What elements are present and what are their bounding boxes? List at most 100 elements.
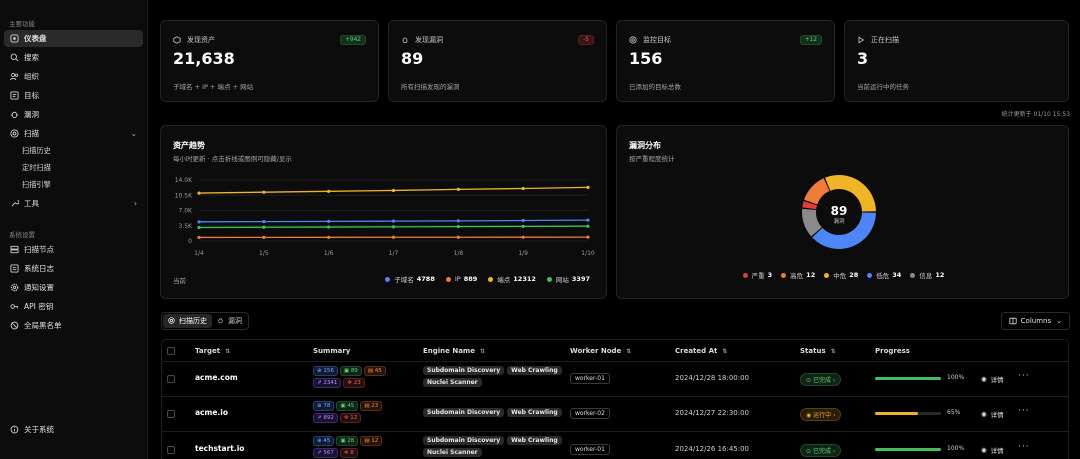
data-point[interactable] bbox=[391, 225, 396, 229]
row-summary: ⊕ 45 ▣ 28 ▤ 12 ⇗ 567 ✲ 8 bbox=[313, 436, 403, 458]
stat-value: 21,638 bbox=[173, 49, 235, 68]
legend-value: 12 bbox=[935, 271, 945, 279]
data-point[interactable] bbox=[262, 235, 266, 239]
sidebar-item-scan-nodes[interactable]: 扫描节点 bbox=[4, 241, 143, 258]
legend-item[interactable]: IP 889 bbox=[445, 274, 477, 284]
detail-button[interactable]: ◉ 详情 bbox=[981, 445, 1004, 455]
tab-scan-history[interactable]: 扫描历史 bbox=[163, 314, 212, 328]
legend-item[interactable]: 网站 3397 bbox=[546, 274, 590, 284]
data-point[interactable] bbox=[391, 235, 396, 239]
eye-icon: ◉ bbox=[981, 410, 987, 418]
row-checkbox[interactable] bbox=[167, 410, 175, 418]
worker-badge: worker-01 bbox=[570, 444, 610, 455]
data-point[interactable] bbox=[391, 188, 396, 193]
data-point[interactable] bbox=[586, 224, 590, 228]
more-actions-icon[interactable]: ··· bbox=[1018, 371, 1030, 381]
column-header-engine[interactable]: Engine Name ⇅ bbox=[423, 347, 485, 355]
row-target[interactable]: techstart.io bbox=[195, 444, 244, 453]
data-point[interactable] bbox=[586, 235, 590, 239]
row-target[interactable]: acme.com bbox=[195, 373, 238, 382]
stat-card-vulns: 发现漏洞 -5 89 所有扫描发现的漏洞 bbox=[388, 20, 607, 102]
legend-item[interactable]: 严重 3 bbox=[742, 270, 773, 280]
column-header-worker[interactable]: Worker Node ⇅ bbox=[570, 347, 631, 355]
data-point[interactable] bbox=[262, 225, 266, 229]
sidebar-subitem-scan-engine[interactable]: 扫描引擎 bbox=[22, 180, 51, 190]
data-point[interactable] bbox=[327, 219, 331, 223]
data-point[interactable] bbox=[521, 224, 525, 229]
sidebar-item-blacklist[interactable]: 全局黑名单 bbox=[4, 317, 143, 334]
legend-item[interactable]: 子域名 4788 bbox=[385, 274, 435, 284]
detail-button[interactable]: ◉ 详情 bbox=[981, 374, 1004, 384]
vuln-count-chip: ✲ 8 bbox=[339, 448, 358, 458]
sidebar-subitem-scheduled-scan[interactable]: 定时扫描 bbox=[22, 163, 51, 173]
row-checkbox[interactable] bbox=[167, 375, 175, 383]
progress-percent: 65% bbox=[947, 409, 961, 416]
data-point[interactable] bbox=[456, 225, 460, 229]
more-actions-icon[interactable]: ··· bbox=[1018, 406, 1030, 416]
worker-badge: worker-01 bbox=[570, 373, 610, 384]
sidebar-item-system-logs[interactable]: 系统日志 bbox=[4, 260, 143, 277]
more-actions-icon[interactable]: ··· bbox=[1018, 442, 1030, 452]
column-header-status[interactable]: Status ⇅ bbox=[800, 347, 836, 355]
sidebar-item-api-keys[interactable]: API 密钥 bbox=[4, 298, 143, 315]
data-point[interactable] bbox=[262, 190, 266, 194]
sidebar-item-label: 全局黑名单 bbox=[24, 321, 62, 330]
updated-timestamp: 统计更新于 01/10 15:53 bbox=[1001, 111, 1070, 118]
data-point[interactable] bbox=[197, 225, 201, 230]
columns-button[interactable]: Columns ⌄ bbox=[1000, 312, 1070, 330]
data-point[interactable] bbox=[197, 220, 201, 224]
data-point[interactable] bbox=[327, 235, 331, 239]
sidebar-item-tools[interactable]: 工具 › bbox=[4, 195, 143, 212]
x-tick-label: 1/6 bbox=[324, 250, 334, 257]
data-point[interactable] bbox=[197, 191, 201, 195]
legend-item[interactable]: 端点 12312 bbox=[488, 274, 536, 284]
legend-item[interactable]: 高危 12 bbox=[781, 270, 815, 280]
row-checkbox[interactable] bbox=[167, 446, 175, 454]
data-point[interactable] bbox=[327, 189, 331, 193]
sidebar-subitem-scan-history[interactable]: 扫描历史 bbox=[22, 146, 51, 156]
sidebar-item-vulns[interactable]: 漏洞 bbox=[4, 106, 143, 123]
data-point[interactable] bbox=[456, 219, 460, 223]
legend-value: 34 bbox=[892, 271, 902, 279]
donut-slice[interactable] bbox=[804, 178, 830, 205]
x-tick-label: 1/8 bbox=[454, 250, 464, 257]
sidebar-item-organization[interactable]: 组织 bbox=[4, 68, 143, 85]
tab-vulns[interactable]: 漏洞 bbox=[212, 314, 247, 328]
target-icon bbox=[168, 317, 176, 325]
cube-icon bbox=[173, 35, 182, 45]
sidebar-item-targets[interactable]: 目标 bbox=[4, 87, 143, 104]
progress-percent: 100% bbox=[947, 374, 965, 381]
sidebar-item-label: 目标 bbox=[24, 91, 39, 100]
sidebar-item-search[interactable]: 搜索 bbox=[4, 49, 143, 66]
data-point[interactable] bbox=[262, 220, 266, 224]
legend-dot bbox=[867, 272, 873, 278]
sort-icon: ⇅ bbox=[225, 347, 231, 355]
legend-value: 3 bbox=[767, 271, 773, 279]
legend-item[interactable]: 中危 28 bbox=[824, 270, 858, 280]
data-point[interactable] bbox=[521, 235, 525, 239]
row-target[interactable]: acme.io bbox=[195, 408, 228, 417]
eye-icon: ◉ bbox=[981, 375, 987, 383]
data-point[interactable] bbox=[586, 218, 590, 222]
sidebar-item-scan[interactable]: 扫描 ⌄ bbox=[4, 125, 143, 142]
legend-item[interactable]: 低危 34 bbox=[867, 270, 901, 280]
data-point[interactable] bbox=[521, 218, 525, 223]
tab-label: 扫描历史 bbox=[179, 317, 207, 325]
vuln-count-chip: ✲ 23 bbox=[343, 378, 365, 388]
column-header-created[interactable]: Created At ⇅ bbox=[675, 347, 727, 355]
data-point[interactable] bbox=[391, 219, 396, 223]
stat-value: 156 bbox=[629, 49, 663, 68]
select-all-checkbox[interactable] bbox=[167, 347, 175, 355]
legend-item[interactable]: 信息 12 bbox=[910, 270, 944, 280]
data-point[interactable] bbox=[586, 185, 590, 189]
detail-button[interactable]: ◉ 详情 bbox=[981, 409, 1004, 419]
sidebar-item-notifications[interactable]: 通知设置 bbox=[4, 279, 143, 296]
data-point[interactable] bbox=[456, 235, 460, 239]
data-point[interactable] bbox=[197, 235, 201, 240]
data-point[interactable] bbox=[456, 187, 460, 191]
sidebar-item-about[interactable]: 关于系统 bbox=[4, 421, 143, 438]
sidebar-item-dashboard[interactable]: 仪表盘 bbox=[4, 30, 143, 47]
data-point[interactable] bbox=[327, 225, 331, 229]
column-header-target[interactable]: Target ⇅ bbox=[195, 347, 230, 355]
data-point[interactable] bbox=[521, 186, 525, 191]
